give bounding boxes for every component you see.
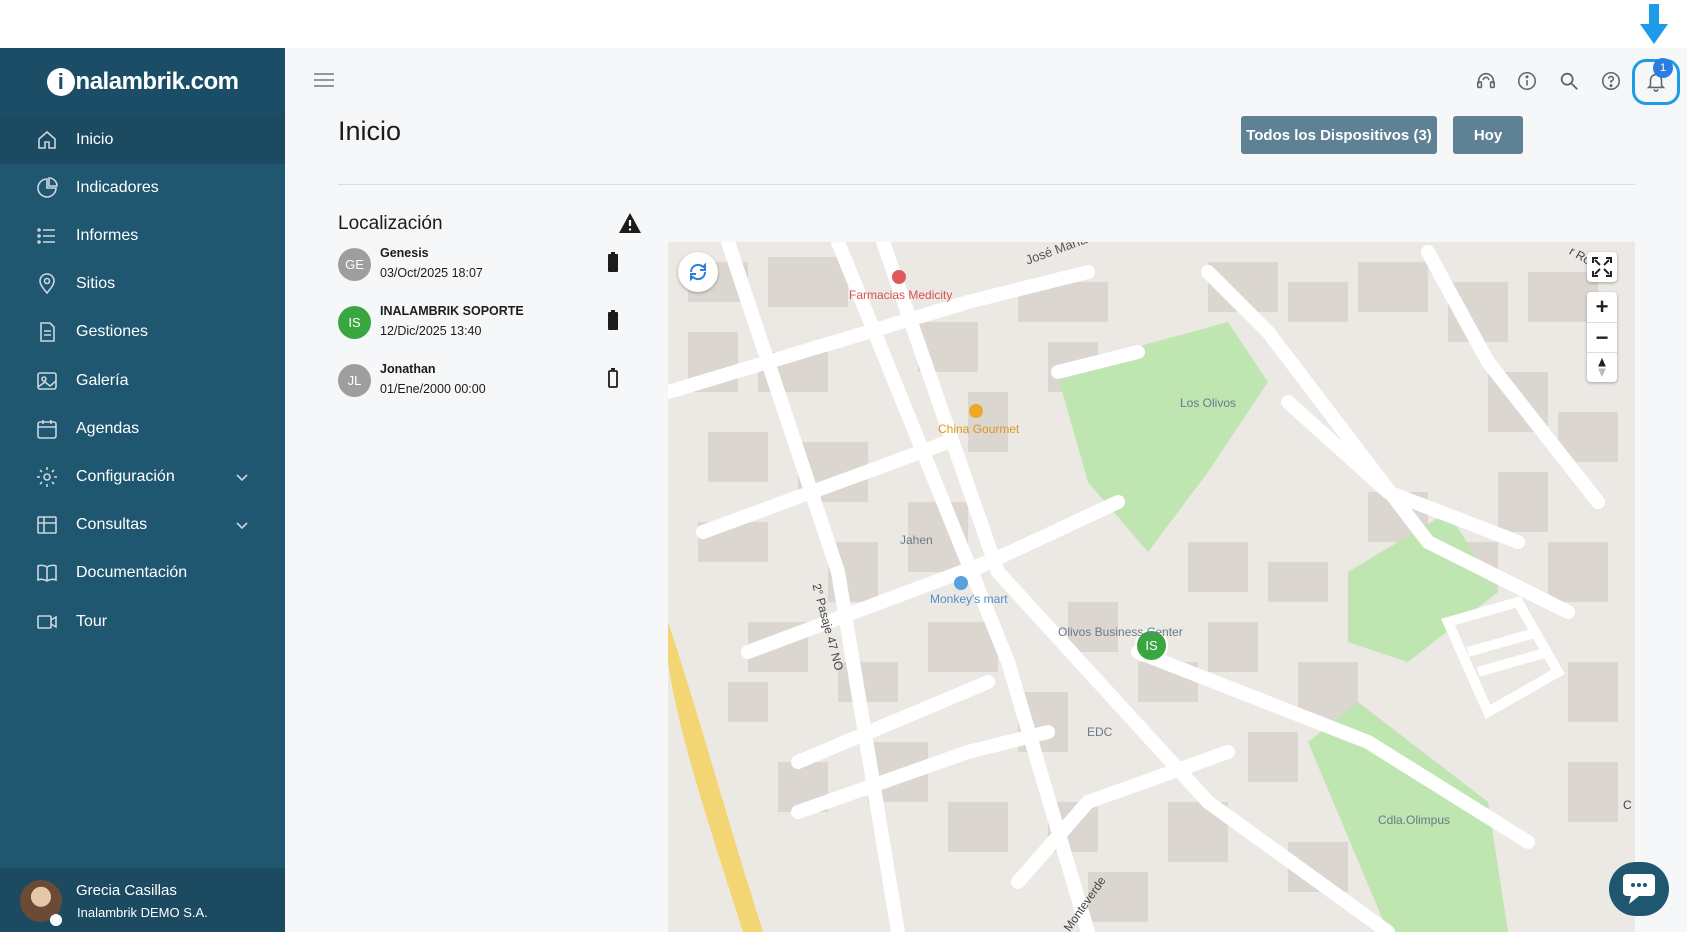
device-avatar: GE: [338, 248, 371, 281]
zoom-out-button[interactable]: −: [1587, 322, 1617, 352]
sidebar-item-indicadores[interactable]: Indicadores: [0, 164, 285, 212]
sidebar-item-label: Configuración: [76, 468, 175, 485]
sidebar-item-inicio[interactable]: Inicio: [0, 116, 285, 164]
user-company: Inalambrik DEMO S.A.: [77, 905, 208, 920]
table-icon: [37, 516, 57, 534]
brand-logo[interactable]: i nalambrik.com: [0, 48, 285, 116]
logo-text: nalambrik.com: [75, 68, 239, 95]
street-label: C: [1623, 798, 1632, 812]
fullscreen-button[interactable]: [1587, 252, 1617, 282]
notification-badge: 1: [1653, 58, 1673, 78]
top-strip: [0, 0, 1687, 48]
sidebar-item-sitios[interactable]: Sitios: [0, 260, 285, 308]
sidebar: i nalambrik.com Inicio Indicadores Inform…: [0, 48, 285, 932]
headset-icon[interactable]: [1475, 70, 1497, 92]
sidebar-item-configuracion[interactable]: Configuración: [0, 453, 285, 501]
video-icon: [37, 615, 57, 629]
sidebar-item-gestiones[interactable]: Gestiones: [0, 308, 285, 356]
sidebar-item-agendas[interactable]: Agendas: [0, 405, 285, 453]
pharmacy-label: Farmacias Medicity: [849, 288, 953, 302]
device-name: INALAMBRIK SOPORTE: [380, 304, 524, 318]
sidebar-item-consultas[interactable]: Consultas: [0, 501, 285, 549]
sidebar-item-label: Consultas: [76, 516, 148, 533]
hamburger-menu-icon[interactable]: [313, 72, 335, 88]
status-dot: [50, 914, 62, 926]
device-name: Genesis: [380, 246, 429, 260]
calendar-icon: [37, 420, 57, 439]
sidebar-item-label: Tour: [76, 613, 108, 630]
warning-icon[interactable]: [618, 212, 642, 234]
today-button[interactable]: Hoy: [1453, 116, 1523, 154]
device-name: Jonathan: [380, 362, 436, 376]
sidebar-item-label: Galería: [76, 372, 129, 389]
park-label: Los Olivos: [1180, 396, 1237, 410]
image-icon: [37, 372, 57, 390]
device-item[interactable]: JL Jonathan 01/Ene/2000 00:00: [338, 358, 628, 402]
device-item[interactable]: IS INALAMBRIK SOPORTE 12/Dic/2025 13:40: [338, 300, 628, 344]
document-icon: [40, 322, 55, 342]
map-refresh-button[interactable]: [678, 252, 718, 292]
business-label: Olivos Business Center: [1058, 625, 1183, 639]
shop-label: Monkey's mart: [930, 592, 1008, 606]
home-icon: [38, 130, 56, 149]
sidebar-item-informes[interactable]: Informes: [0, 212, 285, 260]
divider: [338, 184, 1635, 185]
user-name: Grecia Casillas: [76, 882, 177, 899]
chevron-down-icon[interactable]: [234, 517, 250, 533]
chat-button[interactable]: [1609, 862, 1669, 916]
sidebar-item-label: Gestiones: [76, 323, 149, 340]
search-icon[interactable]: [1558, 70, 1580, 92]
zoom-controls: + −: [1587, 292, 1617, 382]
restaurant-icon[interactable]: [969, 404, 983, 418]
sidebar-item-label: Informes: [76, 227, 139, 244]
chevron-down-icon[interactable]: [234, 469, 250, 485]
battery-full-icon: [608, 310, 618, 330]
arrow-down-icon: [1640, 4, 1668, 44]
chat-icon: [1623, 874, 1655, 904]
device-avatar: IS: [338, 306, 371, 339]
sidebar-item-label: Indicadores: [76, 179, 159, 196]
restaurant-label: China Gourmet: [938, 422, 1020, 436]
pharmacy-icon[interactable]: [892, 270, 906, 284]
battery-full-icon: [608, 252, 618, 272]
shop-icon[interactable]: [954, 576, 968, 590]
place-label: Jahen: [900, 533, 933, 547]
book-icon: [37, 564, 57, 582]
info-icon[interactable]: [1516, 70, 1538, 92]
device-item[interactable]: GE Genesis 03/Oct/2025 18:07: [338, 242, 628, 286]
place-label: EDC: [1087, 725, 1113, 739]
sidebar-item-tour[interactable]: Tour: [0, 598, 285, 646]
location-title: Localización: [338, 213, 443, 234]
logo-letter: i: [46, 68, 75, 96]
sidebar-item-label: Inicio: [76, 131, 114, 148]
device-date: 01/Ene/2000 00:00: [380, 382, 486, 396]
sidebar-item-label: Agendas: [76, 420, 140, 437]
device-date: 03/Oct/2025 18:07: [380, 266, 483, 280]
sidebar-item-label: Sitios: [76, 275, 116, 292]
map[interactable]: José María Farmacias Medicity China Gour…: [668, 242, 1635, 932]
device-avatar: JL: [338, 364, 371, 397]
refresh-icon: [689, 262, 707, 282]
page-title: Inicio: [338, 116, 402, 146]
devices-button[interactable]: Todos los Dispositivos (3): [1241, 116, 1437, 154]
main-content: 1 Inicio Todos los Dispositivos (3) Hoy …: [285, 48, 1687, 932]
sidebar-item-galeria[interactable]: Galería: [0, 357, 285, 405]
device-date: 12/Dic/2025 13:40: [380, 324, 482, 338]
gear-icon: [37, 467, 57, 487]
sidebar-item-documentacion[interactable]: Documentación: [0, 549, 285, 597]
place-label: Cdla.Olimpus: [1378, 813, 1451, 827]
compass-icon[interactable]: [1587, 352, 1617, 382]
user-profile[interactable]: Grecia Casillas Inalambrik DEMO S.A.: [0, 868, 285, 932]
zoom-in-button[interactable]: +: [1587, 292, 1617, 322]
fullscreen-icon: [1592, 257, 1612, 277]
location-pin-icon: [39, 273, 55, 295]
help-icon[interactable]: [1600, 70, 1622, 92]
battery-empty-icon: [608, 368, 618, 388]
sidebar-item-label: Documentación: [76, 564, 188, 581]
pie-chart-icon: [37, 177, 58, 198]
list-icon: [37, 228, 55, 244]
